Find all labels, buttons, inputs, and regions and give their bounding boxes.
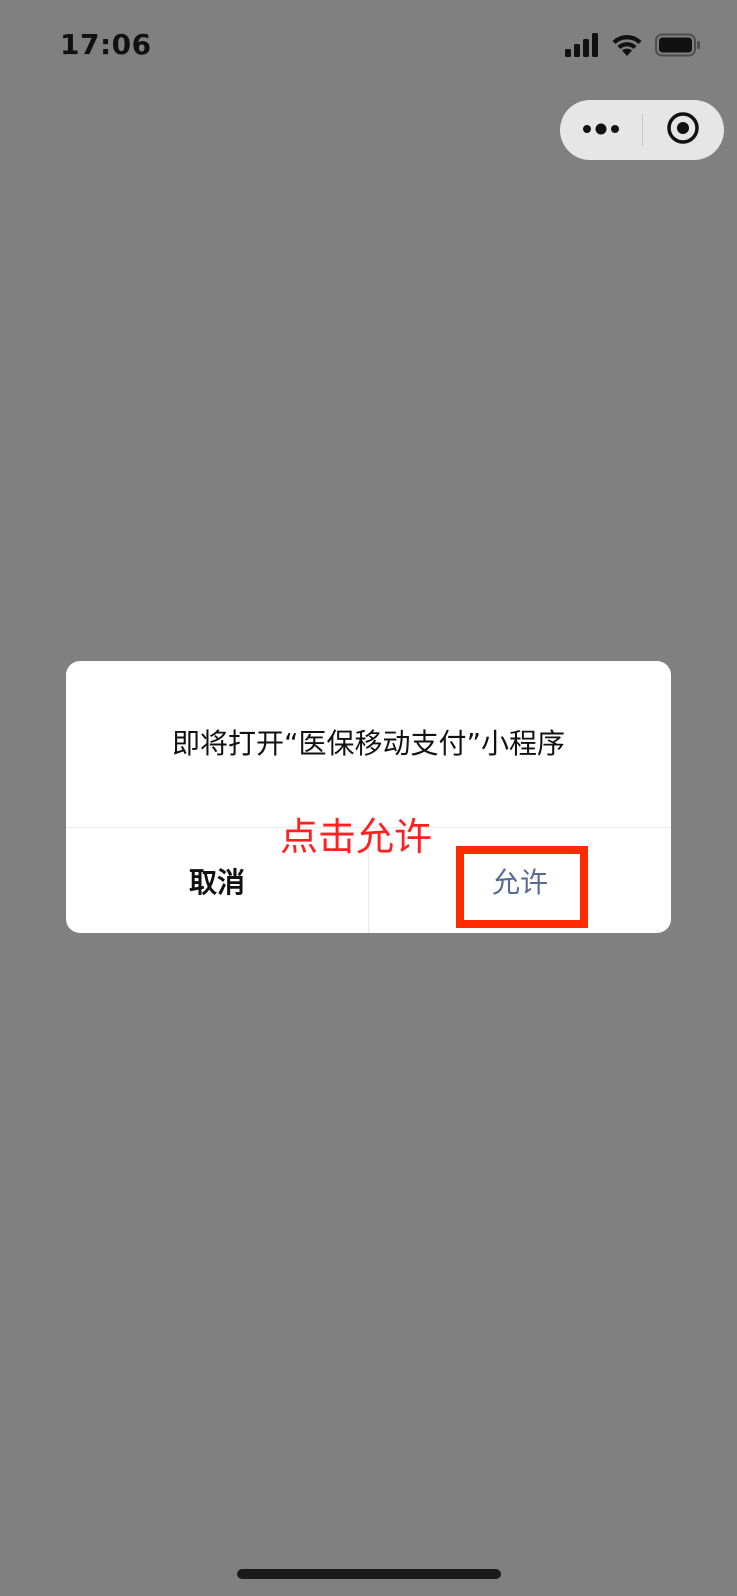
wifi-icon: [611, 33, 643, 57]
battery-icon: [655, 33, 701, 57]
more-dots-icon: [582, 121, 620, 140]
annotation-text: 点击允许: [280, 815, 433, 859]
home-indicator[interactable]: [237, 1569, 501, 1579]
status-icons: [565, 30, 701, 60]
status-bar: 17:06: [0, 0, 737, 95]
signal-icon: [565, 33, 599, 57]
close-miniprogram-button[interactable]: [643, 100, 725, 160]
miniprogram-capsule: [560, 100, 724, 160]
target-circle-icon: [666, 111, 700, 149]
screen: 17:06 即将打开“医保移动支付”小程序 取消 允许 点击允许: [0, 0, 737, 1596]
annotation-highlight-box: [456, 846, 588, 928]
more-button[interactable]: [560, 100, 642, 160]
status-time: 17:06: [60, 28, 152, 61]
dialog-message: 即将打开“医保移动支付”小程序: [171, 727, 565, 760]
